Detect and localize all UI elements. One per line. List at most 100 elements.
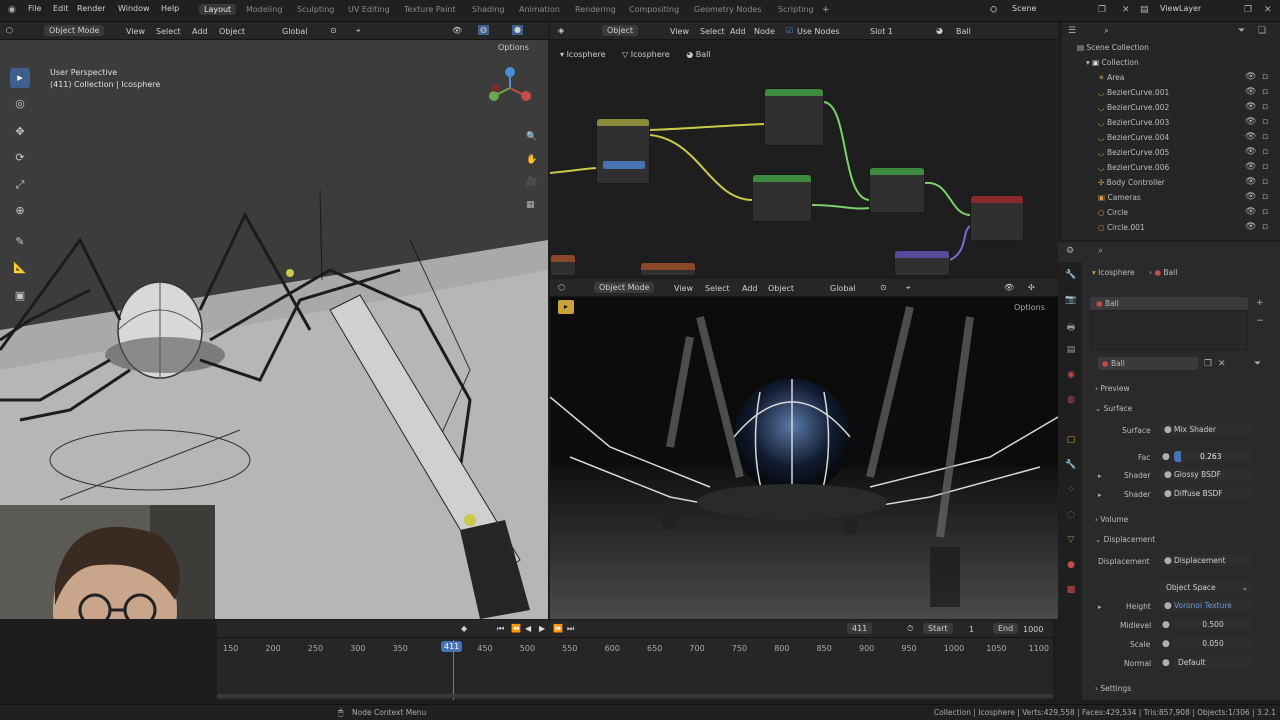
space-dropdown[interactable]: Object Space ⌄ (1160, 582, 1252, 593)
render-toggle-icon[interactable]: ▫ (1262, 192, 1268, 202)
render-menu-select[interactable]: Select (705, 284, 730, 293)
menu-file[interactable]: File (28, 4, 41, 13)
outliner-item[interactable]: ◡ BezierCurve.002 (1098, 103, 1169, 112)
node-voronoi-texture[interactable] (640, 262, 696, 276)
prev-keyframe-icon[interactable]: ⏪ (511, 624, 521, 634)
play-reverse-icon[interactable]: ◀ (525, 624, 531, 634)
workspace-tab-layout[interactable]: Layout (199, 4, 237, 15)
render-tab-icon[interactable]: 📷 (1064, 295, 1078, 309)
viewport-menu-add[interactable]: Add (192, 27, 208, 36)
expand-shader1-icon[interactable]: ▸ (1098, 471, 1102, 481)
node-displacement[interactable] (894, 250, 950, 276)
settings-section[interactable]: › Settings (1095, 684, 1131, 693)
next-keyframe-icon[interactable]: ⏩ (553, 624, 563, 634)
overlay-icon[interactable]: ◍ (478, 25, 489, 35)
visibility-eye-icon[interactable]: 👁 (1245, 162, 1256, 172)
surface-section[interactable]: ⌄ Surface (1095, 404, 1132, 413)
normal-field[interactable]: Default (1174, 657, 1252, 668)
start-frame-field[interactable]: 1 (969, 625, 974, 634)
workspace-tab-compositing[interactable]: Compositing (624, 4, 684, 15)
scale-tool-icon[interactable]: ⤢ (10, 175, 30, 195)
preview-section[interactable]: › Preview (1095, 384, 1130, 393)
outliner-item[interactable]: ☀ Area (1098, 73, 1124, 82)
volume-section[interactable]: › Volume (1095, 515, 1128, 524)
remove-scene-icon[interactable]: ✕ (1122, 5, 1130, 15)
render-menu-object[interactable]: Object (768, 284, 794, 293)
visibility-eye-icon[interactable]: 👁 (1245, 132, 1256, 142)
pan-hand-icon[interactable]: ✋ (526, 155, 537, 165)
node-editor-canvas[interactable]: ▾ Icosphere ▽ Icosphere ◕ Ball (550, 40, 1058, 276)
node-texture-coordinate[interactable] (596, 118, 650, 184)
viewport-3d[interactable]: ▸ ◎ ✥ ⟳ ⤢ ⊕ ✎ 📐 ▣ User Perspective (411)… (0, 40, 548, 619)
render-object-mode-dropdown[interactable]: Object Mode (594, 282, 655, 293)
height-field[interactable]: Voronoi Texture (1160, 600, 1252, 611)
editor-type-node-icon[interactable]: ◈ (558, 26, 564, 36)
annotate-tool-icon[interactable]: ✎ (10, 232, 30, 252)
node-mix-shader[interactable] (764, 88, 824, 146)
shader-type-dropdown[interactable]: Object (602, 25, 639, 36)
view-layer-tab-icon[interactable]: ▤ (1064, 345, 1078, 359)
midlevel-field[interactable]: 0.500 (1174, 619, 1252, 630)
visibility-icon[interactable]: 👁 (452, 26, 462, 36)
remove-view-layer-icon[interactable]: ✕ (1264, 5, 1272, 15)
menu-render[interactable]: Render (77, 4, 105, 13)
keyframe-icon[interactable]: ◆ (461, 624, 467, 634)
render-toggle-icon[interactable]: ▫ (1262, 72, 1268, 82)
visibility-eye-icon[interactable]: 👁 (1245, 192, 1256, 202)
rotate-tool-icon[interactable]: ⟳ (10, 148, 30, 168)
outliner-filter-search-icon[interactable]: ⌕ (1104, 26, 1109, 36)
visibility-eye-icon[interactable]: 👁 (1245, 117, 1256, 127)
render-snap-icon[interactable]: ⌖ (906, 283, 911, 293)
workspace-tab-scripting[interactable]: Scripting (773, 4, 819, 15)
menu-edit[interactable]: Edit (53, 4, 69, 13)
render-toggle-icon[interactable]: ▫ (1262, 87, 1268, 97)
world-tab-icon[interactable]: ◍ (1064, 395, 1078, 409)
visibility-eye-icon[interactable]: 👁 (1245, 207, 1256, 217)
move-tool-icon[interactable]: ✥ (10, 122, 30, 142)
slot-dropdown[interactable]: Slot 1 (870, 27, 893, 36)
workspace-tab-rendering[interactable]: Rendering (570, 4, 621, 15)
copy-scene-icon[interactable]: ❐ (1098, 5, 1106, 15)
modifier-tab-icon[interactable]: 🔧 (1064, 460, 1078, 474)
camera-view-icon[interactable]: 🎥 (526, 177, 537, 187)
render-toggle-icon[interactable]: ▫ (1262, 222, 1268, 232)
node-menu-add[interactable]: Add (730, 27, 746, 36)
workspace-tab-shading[interactable]: Shading (467, 4, 510, 15)
node-offscreen[interactable] (550, 254, 576, 276)
outliner-item[interactable]: ▣ Cameras (1098, 193, 1141, 202)
filter-icon[interactable]: ⏷ (1254, 359, 1261, 369)
outliner-item[interactable]: ○ Circle (1098, 208, 1128, 217)
navigation-gizmo-icon[interactable] (486, 64, 534, 112)
pivot-icon[interactable]: ⊙ (330, 26, 337, 36)
collection-row[interactable]: ▾ ▣ Collection (1086, 58, 1139, 67)
use-nodes-checkbox-icon[interactable]: ☑ (786, 26, 793, 36)
particles-tab-icon[interactable]: ⁘ (1064, 485, 1078, 499)
outliner-editor-icon[interactable]: ☰ (1068, 26, 1076, 36)
render-toggle-icon[interactable]: ▫ (1262, 177, 1268, 187)
visibility-eye-icon[interactable]: 👁 (1245, 87, 1256, 97)
scene-name[interactable]: Scene (1012, 4, 1036, 13)
render-toggle-icon[interactable]: ▫ (1262, 147, 1268, 157)
workspace-tab-geometry-nodes[interactable]: Geometry Nodes (689, 4, 766, 15)
measure-tool-icon[interactable]: 📐 (10, 258, 30, 278)
object-mode-dropdown[interactable]: Object Mode (44, 25, 105, 36)
menu-window[interactable]: Window (118, 4, 150, 13)
jump-end-icon[interactable]: ⏭ (567, 624, 574, 634)
visibility-eye-icon[interactable]: 👁 (1245, 147, 1256, 157)
output-tab-icon[interactable]: 🖶 (1064, 320, 1078, 334)
node-menu-select[interactable]: Select (700, 27, 725, 36)
add-workspace-icon[interactable]: + (822, 5, 830, 15)
material-slot-list-body[interactable] (1090, 310, 1248, 350)
perspective-toggle-icon[interactable]: ▦ (526, 200, 535, 210)
viewport-menu-object[interactable]: Object (219, 27, 245, 36)
shader2-field[interactable]: Diffuse BSDF (1160, 488, 1252, 499)
visibility-eye-icon[interactable]: 👁 (1245, 102, 1256, 112)
render-menu-add[interactable]: Add (742, 284, 758, 293)
tool-tab-icon[interactable]: 🔧 (1064, 270, 1078, 284)
surface-shader-field[interactable]: Mix Shader (1160, 424, 1252, 435)
render-menu-view[interactable]: View (674, 284, 693, 293)
node-menu-node[interactable]: Node (754, 27, 775, 36)
timeline-area[interactable] (217, 638, 1053, 700)
node-diffuse-bsdf[interactable] (752, 174, 812, 222)
select-tool-icon[interactable]: ▸ (10, 68, 30, 88)
